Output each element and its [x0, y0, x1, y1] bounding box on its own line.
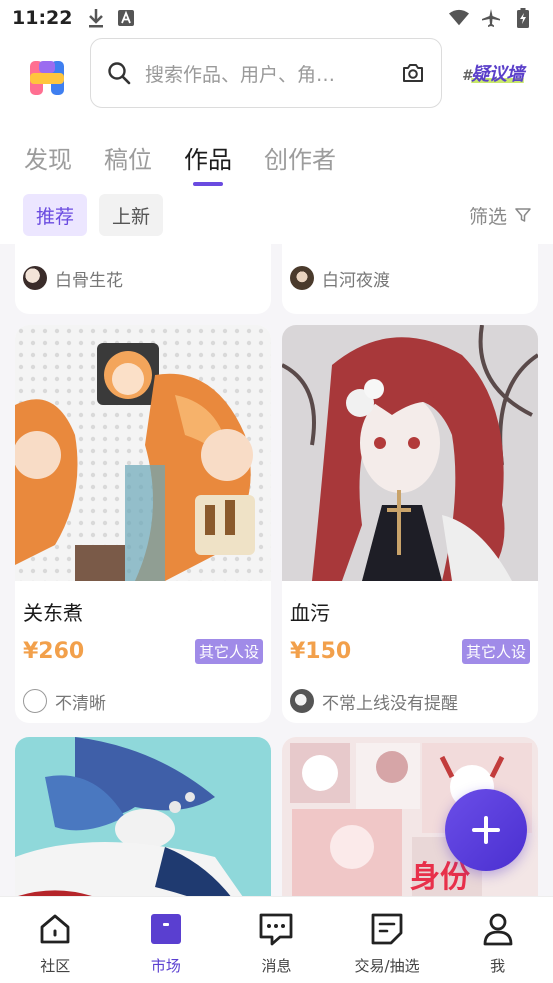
airplane-icon [481, 8, 501, 28]
avatar [290, 266, 314, 290]
plus-icon [472, 816, 500, 844]
work-thumbnail[interactable] [15, 325, 271, 581]
person-icon [480, 911, 516, 947]
nav-messages[interactable]: 消息 [221, 897, 332, 983]
author-row[interactable]: 不常上线没有提醒 [282, 667, 538, 723]
author-row: 白骨生花 [15, 244, 271, 300]
funnel-icon [515, 208, 531, 222]
nav-trade[interactable]: 交易/抽选 [332, 897, 443, 983]
app-logo[interactable] [26, 57, 68, 99]
chip-recommended[interactable]: 推荐 [23, 194, 88, 236]
work-card-partial[interactable] [15, 737, 271, 896]
message-icon [258, 911, 294, 947]
author-row[interactable]: 不清晰 [15, 667, 271, 723]
wifi-icon [449, 8, 469, 28]
work-price: ¥260 [23, 638, 85, 664]
brand-hash: # [462, 68, 472, 84]
author-row: 白河夜渡 [282, 244, 538, 300]
search-icon [107, 61, 131, 85]
author-name: 不常上线没有提醒 [322, 693, 458, 714]
work-thumbnail[interactable] [282, 325, 538, 581]
home-icon [37, 911, 73, 947]
work-card[interactable]: 关东煮 ¥260 其它人设 不清晰 [15, 325, 271, 723]
battery-charging-icon [513, 8, 533, 28]
filter-bar: 推荐 上新 筛选 [0, 186, 553, 244]
price-row: ¥260 其它人设 [15, 625, 271, 667]
nav-me[interactable]: 我 [442, 897, 553, 983]
category-tag: 其它人设 [461, 638, 530, 664]
status-time: 11:22 [12, 7, 73, 29]
category-tabs: 发现 稿位 作品 创作者 [0, 120, 553, 186]
author-name: 不清晰 [55, 693, 106, 714]
nav-community[interactable]: 社区 [0, 897, 111, 983]
work-thumbnail[interactable] [15, 737, 271, 896]
avatar [23, 689, 47, 713]
brand-text: 疑议墙 [471, 64, 524, 85]
nav-label: 我 [490, 957, 506, 975]
status-bar: 11:22 [0, 0, 553, 36]
filter-label: 筛选 [468, 205, 507, 228]
tab-works[interactable]: 作品 [184, 120, 232, 186]
work-card-partial[interactable]: ¥ 白骨生花 [15, 244, 271, 314]
brand-badge[interactable]: #疑议墙 [462, 60, 524, 86]
nav-label: 交易/抽选 [354, 957, 420, 975]
search-placeholder[interactable]: 搜索作品、用户、角… [145, 60, 401, 87]
create-fab[interactable] [445, 789, 527, 871]
shop-bag-icon [148, 911, 184, 947]
camera-icon[interactable] [401, 61, 425, 85]
nav-label: 消息 [261, 957, 292, 975]
work-title: 血污 [290, 601, 330, 625]
search-bar[interactable]: 搜索作品、用户、角… [90, 38, 442, 108]
svg-text:身份: 身份 [410, 860, 470, 895]
tab-discover[interactable]: 发现 [24, 120, 72, 186]
bottom-nav: 社区 市场 消息 交易/抽选 我 [0, 896, 553, 983]
download-icon [86, 8, 106, 28]
category-tag: 其它人设 [194, 638, 263, 664]
avatar [23, 266, 47, 290]
price-row: ¥150 其它人设 [282, 625, 538, 667]
author-name: 白河夜渡 [322, 270, 390, 291]
a-box-icon [116, 8, 136, 28]
nav-label: 市场 [150, 957, 181, 975]
work-card[interactable]: 血污 ¥150 其它人设 不常上线没有提醒 [282, 325, 538, 723]
tab-creators[interactable]: 创作者 [264, 120, 336, 186]
avatar [290, 689, 314, 713]
app-header: 搜索作品、用户、角… #疑议墙 [0, 36, 553, 120]
chip-new[interactable]: 上新 [99, 194, 164, 236]
author-name: 白骨生花 [55, 270, 123, 291]
nav-label: 社区 [40, 957, 71, 975]
work-title: 关东煮 [23, 601, 83, 625]
nav-market[interactable]: 市场 [111, 897, 222, 983]
tab-slots[interactable]: 稿位 [104, 120, 152, 186]
work-price: ¥150 [290, 638, 352, 664]
filter-button[interactable]: 筛选 [469, 202, 531, 229]
work-card-partial[interactable]: ¥ 白河夜渡 [282, 244, 538, 314]
note-icon [369, 911, 405, 947]
